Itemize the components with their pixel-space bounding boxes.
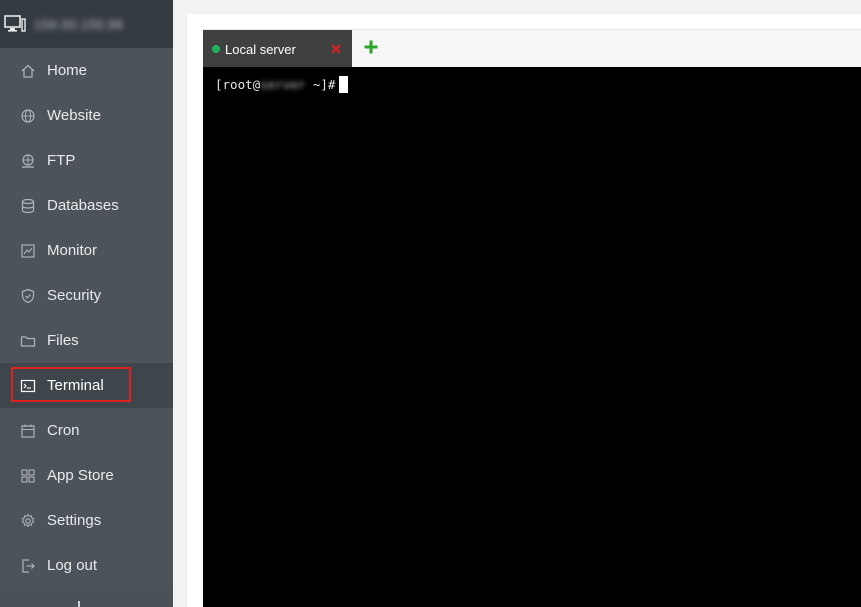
sidebar-item-label: Log out — [47, 557, 98, 574]
sidebar-item-label: App Store — [47, 467, 114, 484]
server-ip: 156.00.150.96 — [34, 16, 124, 32]
sidebar-item-terminal[interactable]: Terminal — [0, 363, 173, 408]
grid-icon — [20, 468, 36, 484]
sidebar-item-ftp[interactable]: FTP — [0, 138, 173, 183]
shell-prompt: [root@ server ~]# — [215, 76, 349, 93]
sidebar-item-label: FTP — [47, 152, 76, 169]
sidebar-item-label: Monitor — [47, 242, 98, 259]
sidebar-item-label: Website — [47, 107, 101, 124]
close-icon[interactable] — [330, 42, 342, 54]
calendar-icon — [20, 423, 36, 439]
server-monitor-icon — [4, 15, 26, 33]
terminal-icon — [20, 378, 36, 394]
logout-icon — [20, 558, 36, 574]
sidebar-item-home[interactable]: Home — [0, 48, 173, 93]
home-icon — [20, 63, 36, 79]
plus-icon — [363, 39, 379, 60]
sidebar-item-label: Terminal — [47, 377, 104, 394]
terminal-tabbar: Local server — [203, 29, 861, 68]
shield-icon — [20, 288, 36, 304]
prompt-suffix: ~]# — [305, 77, 336, 92]
ftp-icon — [20, 153, 36, 169]
gear-icon — [20, 513, 36, 529]
prompt-host: server — [260, 77, 306, 92]
main-content: Local server [root@ server ~]# — [187, 14, 861, 607]
sidebar-collapse-handle[interactable] — [0, 589, 173, 607]
add-tab-button[interactable] — [352, 30, 390, 68]
sidebar-item-databases[interactable]: Databases — [0, 183, 173, 228]
sidebar-item-cron[interactable]: Cron — [0, 408, 173, 453]
connection-status-dot — [212, 45, 220, 53]
sidebar-item-label: Home — [47, 62, 88, 79]
sidebar-item-files[interactable]: Files — [0, 318, 173, 363]
sidebar-item-label: Settings — [47, 512, 102, 529]
text-cursor — [339, 76, 349, 93]
folder-icon — [20, 333, 36, 349]
terminal-screen[interactable]: [root@ server ~]# — [203, 67, 861, 607]
sidebar-nav: Home Website FTP Databases Monitor Secur… — [0, 48, 173, 588]
sidebar-item-security[interactable]: Security — [0, 273, 173, 318]
database-icon — [20, 198, 36, 214]
sidebar-item-settings[interactable]: Settings — [0, 498, 173, 543]
tab-label: Local server — [225, 41, 296, 57]
sidebar-item-app-store[interactable]: App Store — [0, 453, 173, 498]
monitor-chart-icon — [20, 243, 36, 259]
sidebar-item-monitor[interactable]: Monitor — [0, 228, 173, 273]
sidebar-item-label: Cron — [47, 422, 80, 439]
sidebar-item-website[interactable]: Website — [0, 93, 173, 138]
terminal-panel: Local server [root@ server ~]# — [203, 29, 861, 607]
globe-icon — [20, 108, 36, 124]
tab-local-server[interactable]: Local server — [203, 30, 352, 68]
sidebar-item-logout[interactable]: Log out — [0, 543, 173, 588]
sidebar-header: 156.00.150.96 — [0, 0, 173, 48]
sidebar-item-label: Files — [47, 332, 79, 349]
sidebar: 156.00.150.96 Home Website FTP Databases — [0, 0, 173, 607]
prompt-prefix: [root@ — [215, 77, 261, 92]
sidebar-item-label: Databases — [47, 197, 119, 214]
sidebar-item-label: Security — [47, 287, 102, 304]
